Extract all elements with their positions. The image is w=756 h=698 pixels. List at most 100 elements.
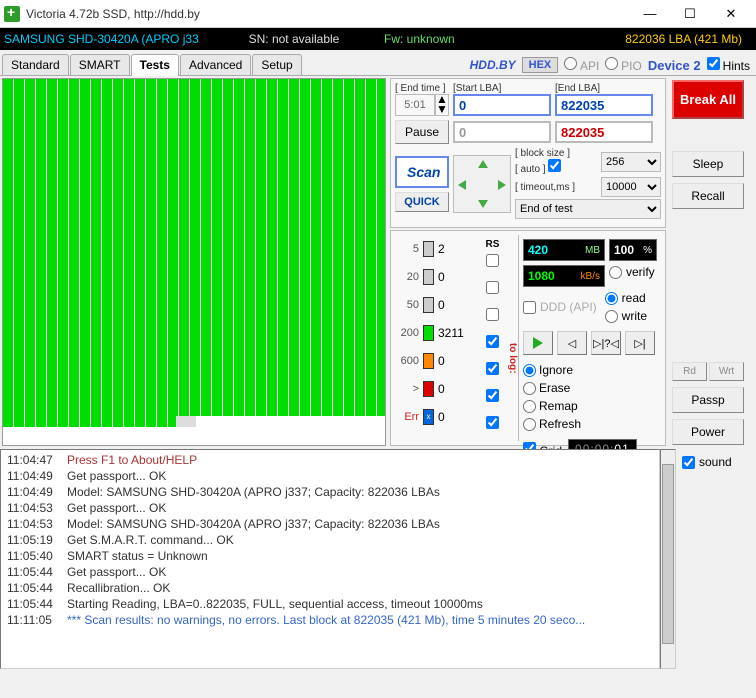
scan-button[interactable]: Scan: [395, 156, 449, 188]
to-log-label: to log:: [507, 343, 518, 374]
log-line[interactable]: 11:04:53Get passport... OK: [3, 500, 657, 516]
log-message: SMART status = Unknown: [67, 549, 653, 563]
hints-checkbox[interactable]: Hints: [707, 57, 750, 73]
nav-down-icon[interactable]: [478, 200, 488, 208]
break-all-button[interactable]: Break All: [672, 80, 744, 119]
rs-chk-1[interactable]: [486, 254, 499, 267]
block-200ms-icon: [423, 325, 434, 341]
end-time-display: 5:01: [395, 94, 435, 116]
rs-chk-3[interactable]: [486, 308, 499, 321]
rs-chk-5[interactable]: [486, 362, 499, 375]
log-line[interactable]: 11:11:05*** Scan results: no warnings, n…: [3, 612, 657, 628]
window-title: Victoria 4.72b SSD, http://hdd.by: [26, 7, 630, 21]
nav-up-icon[interactable]: [478, 160, 488, 168]
tab-setup[interactable]: Setup: [252, 54, 301, 75]
block-error-icon: x: [423, 409, 434, 425]
write-radio[interactable]: write: [605, 309, 647, 323]
pio-radio[interactable]: PIO: [605, 57, 641, 73]
start-lba-input[interactable]: [453, 94, 551, 116]
log-line[interactable]: 11:05:40SMART status = Unknown: [3, 548, 657, 564]
api-radio[interactable]: API: [564, 57, 599, 73]
log-time: 11:04:53: [7, 517, 67, 531]
log-time: 11:05:44: [7, 597, 67, 611]
hddby-link[interactable]: HDD.BY: [470, 58, 516, 72]
rd-button[interactable]: Rd: [672, 362, 707, 381]
start-lba-label: [Start LBA]: [453, 83, 551, 94]
log-scrollbar[interactable]: [660, 449, 676, 669]
sound-checkbox[interactable]: sound: [682, 455, 750, 469]
surface-map[interactable]: [2, 78, 386, 446]
end-of-test-select[interactable]: End of test: [515, 199, 661, 219]
log-message: Press F1 to About/HELP: [67, 453, 653, 467]
log-line[interactable]: 11:05:19Get S.M.A.R.T. command... OK: [3, 532, 657, 548]
power-button[interactable]: Power: [672, 419, 744, 445]
auto-checkbox[interactable]: [548, 159, 561, 172]
maximize-button[interactable]: ☐: [670, 2, 710, 26]
log-message: Get S.M.A.R.T. command... OK: [67, 533, 653, 547]
tab-smart[interactable]: SMART: [70, 54, 130, 75]
device-info-bar: SAMSUNG SHD-30420A (APRO j33 SN: not ava…: [0, 28, 756, 50]
log-line[interactable]: 11:04:49Model: SAMSUNG SHD-30420A (APRO …: [3, 484, 657, 500]
passp-button[interactable]: Passp: [672, 387, 744, 413]
block-20ms-icon: [423, 269, 434, 285]
wrt-button[interactable]: Wrt: [709, 362, 744, 381]
quick-button[interactable]: QUICK: [395, 192, 449, 212]
right-sidebar: Break All Sleep Recall Rd Wrt Passp Powe…: [668, 76, 748, 449]
next-button[interactable]: ▷|: [625, 331, 655, 355]
verify-radio[interactable]: verify: [609, 265, 655, 279]
hex-button[interactable]: HEX: [522, 57, 559, 73]
rs-chk-4[interactable]: [486, 335, 499, 348]
nav-left-icon[interactable]: [458, 180, 466, 190]
log-message: Get passport... OK: [67, 565, 653, 579]
titlebar: Victoria 4.72b SSD, http://hdd.by — ☐ ✕: [0, 0, 756, 28]
prev-button[interactable]: ◁: [557, 331, 587, 355]
nav-diamond[interactable]: [453, 155, 511, 213]
rs-chk-6[interactable]: [486, 389, 499, 402]
device-selector[interactable]: Device 2: [648, 58, 701, 73]
refresh-radio[interactable]: Refresh: [523, 417, 587, 431]
log-time: 11:05:19: [7, 533, 67, 547]
block-stats-panel: 52 200 500 2003211 6000 >0 Errx0 RS: [390, 230, 666, 446]
tab-advanced[interactable]: Advanced: [180, 54, 251, 75]
surface-good-blocks: [3, 79, 385, 416]
tab-standard[interactable]: Standard: [2, 54, 69, 75]
device-capacity: 822036 LBA (421 Mb): [554, 32, 752, 46]
remap-radio[interactable]: Remap: [523, 399, 587, 413]
erase-radio[interactable]: Erase: [523, 381, 587, 395]
read-radio[interactable]: read: [605, 291, 647, 305]
tab-tests[interactable]: Tests: [131, 54, 179, 76]
end-lba-label: [End LBA]: [555, 83, 653, 94]
log-time: 11:05:40: [7, 549, 67, 563]
block-slow-icon: [423, 381, 434, 397]
log-line[interactable]: 11:04:47Press F1 to About/HELP: [3, 452, 657, 468]
ignore-radio[interactable]: Ignore: [523, 363, 587, 377]
log-line[interactable]: 11:04:53Model: SAMSUNG SHD-30420A (APRO …: [3, 516, 657, 532]
log-area[interactable]: 11:04:47Press F1 to About/HELP11:04:49Ge…: [0, 449, 660, 669]
log-message: Get passport... OK: [67, 469, 653, 483]
log-line[interactable]: 11:05:44Get passport... OK: [3, 564, 657, 580]
block-size-select[interactable]: 256: [601, 152, 661, 172]
sleep-button[interactable]: Sleep: [672, 151, 744, 177]
log-line[interactable]: 11:05:44Starting Reading, LBA=0..822035,…: [3, 596, 657, 612]
play-button[interactable]: [523, 331, 553, 355]
block-size-label: [ block size ]: [515, 148, 570, 159]
rs-chk-7[interactable]: [486, 416, 499, 429]
recall-button[interactable]: Recall: [672, 183, 744, 209]
pause-button[interactable]: Pause: [395, 120, 449, 144]
seek-button[interactable]: ▷|?◁: [591, 331, 621, 355]
log-message: Model: SAMSUNG SHD-30420A (APRO j337; Ca…: [67, 517, 653, 531]
end-lba-input[interactable]: [555, 94, 653, 116]
log-line[interactable]: 11:05:44Recallibration... OK: [3, 580, 657, 596]
timeout-select[interactable]: 10000: [601, 177, 661, 197]
current-end-display: [555, 121, 653, 143]
minimize-button[interactable]: —: [630, 2, 670, 26]
log-line[interactable]: 11:04:49Get passport... OK: [3, 468, 657, 484]
rs-chk-2[interactable]: [486, 281, 499, 294]
end-time-spinner[interactable]: ▲▼: [435, 94, 449, 116]
close-button[interactable]: ✕: [710, 2, 752, 26]
nav-right-icon[interactable]: [498, 180, 506, 190]
play-icon: [533, 337, 543, 349]
scrollbar-thumb[interactable]: [662, 464, 674, 644]
auto-label: [ auto ]: [515, 164, 546, 175]
ddd-checkbox[interactable]: DDD (API): [523, 291, 597, 323]
